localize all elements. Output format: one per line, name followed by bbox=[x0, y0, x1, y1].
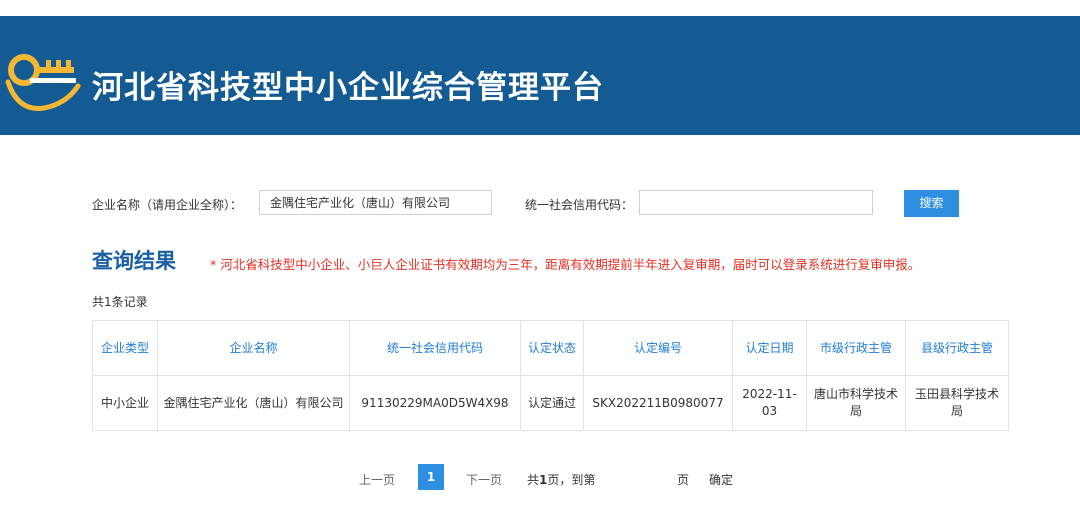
table-header-row: 企业类型 企业名称 统一社会信用代码 认定状态 认定编号 认定日期 市级行政主管… bbox=[92, 320, 1009, 376]
cell-cert-number: SKX202211B0980077 bbox=[583, 375, 733, 431]
total-pages-text: 共1页，到第 bbox=[527, 473, 596, 487]
page-suffix-label: 页 bbox=[677, 473, 690, 487]
site-title: 河北省科技型中小企业综合管理平台 bbox=[92, 70, 604, 106]
current-page-button[interactable]: 1 bbox=[418, 464, 444, 490]
column-header: 认定状态 bbox=[520, 320, 584, 376]
prev-page-link[interactable]: 上一页 bbox=[359, 471, 395, 488]
column-header: 企业类型 bbox=[92, 320, 158, 376]
column-header: 县级行政主管 bbox=[905, 320, 1009, 376]
table-row[interactable]: 中小企业 金隅住宅产业化（唐山）有限公司 91130229MA0D5W4X98 … bbox=[92, 375, 1009, 431]
cell-company-name: 金隅住宅产业化（唐山）有限公司 bbox=[157, 375, 350, 431]
key-logo-icon bbox=[4, 42, 84, 112]
column-header: 企业名称 bbox=[157, 320, 350, 376]
site-header: 河北省科技型中小企业综合管理平台 bbox=[0, 16, 1080, 135]
column-header: 市级行政主管 bbox=[806, 320, 906, 376]
goto-page-input[interactable] bbox=[608, 467, 662, 491]
column-header: 认定日期 bbox=[732, 320, 807, 376]
search-form: 企业名称（请用企业全称）： 统一社会信用代码： 搜索 bbox=[92, 190, 992, 217]
renewal-notice: * 河北省科技型中小企业、小巨人企业证书有效期均为三年，距离有效期提前半年进入复… bbox=[210, 257, 921, 272]
cell-county-admin: 玉田县科学技术局 bbox=[905, 375, 1009, 431]
cell-date: 2022-11-03 bbox=[732, 375, 807, 431]
cell-company-type: 中小企业 bbox=[92, 375, 158, 431]
credit-code-label: 统一社会信用代码： bbox=[525, 198, 634, 212]
next-page-link[interactable]: 下一页 bbox=[466, 471, 502, 488]
cell-status: 认定通过 bbox=[520, 375, 584, 431]
confirm-button[interactable]: 确定 bbox=[709, 471, 733, 488]
results-table: 企业类型 企业名称 统一社会信用代码 认定状态 认定编号 认定日期 市级行政主管… bbox=[92, 320, 1009, 431]
pagination: 上一页 1 下一页 共1页，到第 页 确定 bbox=[0, 463, 1080, 493]
results-title: 查询结果 bbox=[92, 249, 176, 273]
cell-city-admin: 唐山市科学技术局 bbox=[806, 375, 906, 431]
record-count: 共1条记录 bbox=[92, 295, 148, 309]
company-name-input[interactable] bbox=[259, 190, 492, 215]
column-header: 认定编号 bbox=[583, 320, 733, 376]
credit-code-input[interactable] bbox=[639, 190, 873, 215]
search-button[interactable]: 搜索 bbox=[904, 190, 959, 217]
column-header: 统一社会信用代码 bbox=[349, 320, 521, 376]
cell-credit-code: 91130229MA0D5W4X98 bbox=[349, 375, 521, 431]
company-name-label: 企业名称（请用企业全称）： bbox=[92, 198, 243, 212]
